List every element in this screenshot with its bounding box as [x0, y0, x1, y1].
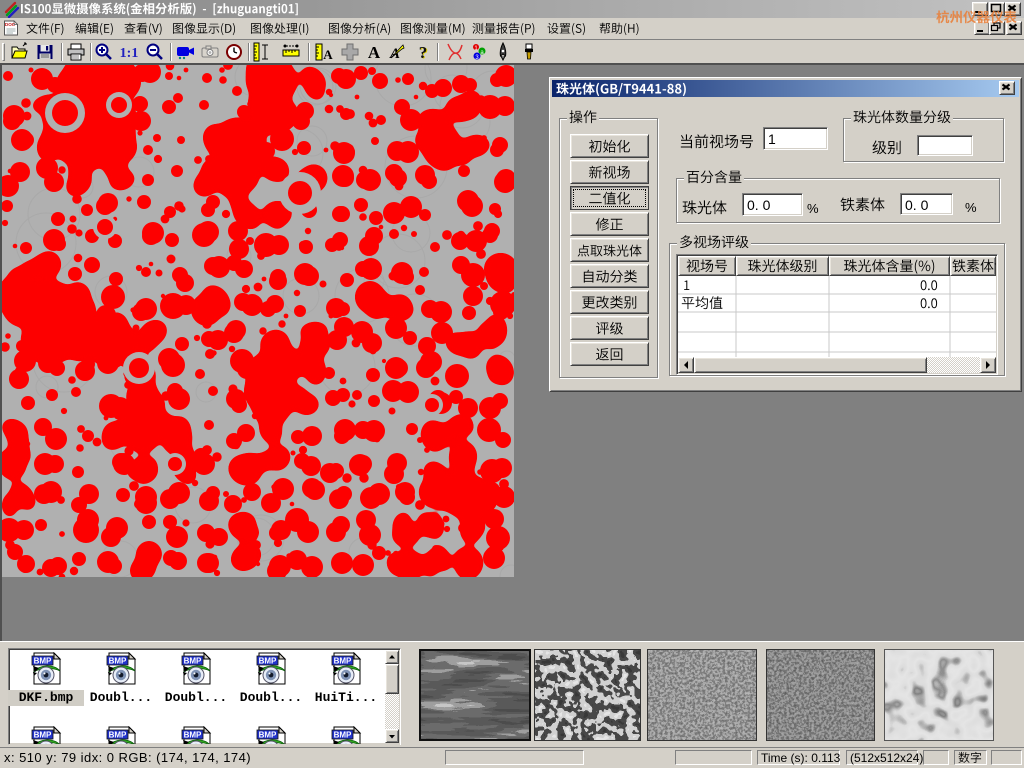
svg-text:BMP: BMP [259, 657, 277, 666]
svg-text:BMP: BMP [109, 731, 127, 740]
svg-text:A: A [323, 47, 333, 62]
svg-text:BMP: BMP [334, 731, 352, 740]
svg-text:BMP: BMP [334, 657, 352, 666]
svg-text:?: ? [419, 43, 428, 62]
svg-text:BMP: BMP [259, 731, 277, 740]
svg-text:BMP: BMP [34, 731, 52, 740]
svg-text:BMP: BMP [184, 731, 202, 740]
svg-text:BMP: BMP [34, 657, 52, 666]
svg-text:A: A [368, 43, 381, 62]
svg-text:BMP: BMP [109, 657, 127, 666]
svg-text:BMP: BMP [184, 657, 202, 666]
svg-text:1:1: 1:1 [120, 46, 139, 61]
